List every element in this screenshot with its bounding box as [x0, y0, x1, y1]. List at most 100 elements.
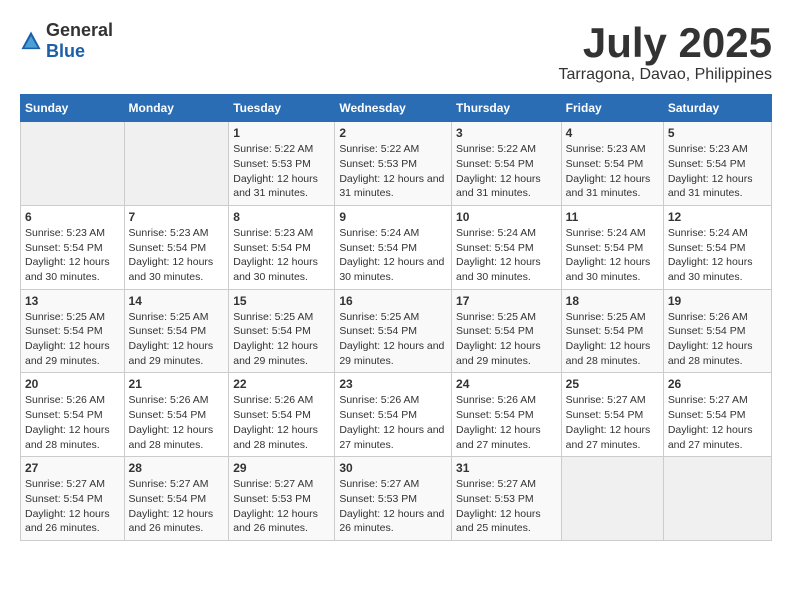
day-info: Sunrise: 5:27 AMSunset: 5:54 PMDaylight:…: [129, 477, 225, 536]
day-info: Sunrise: 5:27 AMSunset: 5:54 PMDaylight:…: [566, 393, 659, 452]
header: General Blue July 2025 Tarragona, Davao,…: [20, 20, 772, 84]
day-number: 16: [339, 294, 447, 308]
calendar-cell: [663, 457, 771, 541]
calendar-cell: 31Sunrise: 5:27 AMSunset: 5:53 PMDayligh…: [452, 457, 562, 541]
day-number: 18: [566, 294, 659, 308]
week-row-4: 20 Sunrise: 5:26 AMSunset: 5:54 PMDayligh…: [21, 373, 772, 457]
calendar-cell: 13Sunrise: 5:25 AMSunset: 5:54 PMDayligh…: [21, 289, 125, 373]
day-info: Sunrise: 5:26 AMSunset: 5:54 PMDaylight:…: [456, 393, 557, 452]
day-number: 27: [25, 461, 120, 475]
calendar-cell: 29 Sunrise: 5:27 AMSunset: 5:53 PMDayligh…: [229, 457, 335, 541]
week-row-3: 13Sunrise: 5:25 AMSunset: 5:54 PMDayligh…: [21, 289, 772, 373]
calendar-cell: 25 Sunrise: 5:27 AMSunset: 5:54 PMDayligh…: [561, 373, 663, 457]
subtitle: Tarragona, Davao, Philippines: [559, 66, 772, 84]
calendar-cell: 23Sunrise: 5:26 AMSunset: 5:54 PMDayligh…: [335, 373, 452, 457]
week-row-2: 6 Sunrise: 5:23 AMSunset: 5:54 PMDaylight…: [21, 205, 772, 289]
calendar-cell: 17 Sunrise: 5:25 AMSunset: 5:54 PMDayligh…: [452, 289, 562, 373]
day-number: 10: [456, 210, 557, 224]
calendar-cell: 4Sunrise: 5:23 AMSunset: 5:54 PMDaylight…: [561, 122, 663, 206]
day-number: 26: [668, 377, 767, 391]
day-info: Sunrise: 5:26 AMSunset: 5:54 PMDaylight:…: [25, 393, 120, 452]
calendar-cell: 14Sunrise: 5:25 AMSunset: 5:54 PMDayligh…: [124, 289, 229, 373]
calendar-cell: 2 Sunrise: 5:22 AMSunset: 5:53 PMDaylight…: [335, 122, 452, 206]
day-info: Sunrise: 5:26 AMSunset: 5:54 PMDaylight:…: [233, 393, 330, 452]
calendar-cell: 26 Sunrise: 5:27 AMSunset: 5:54 PMDayligh…: [663, 373, 771, 457]
day-info: Sunrise: 5:25 AMSunset: 5:54 PMDaylight:…: [339, 310, 447, 369]
logo-icon: [20, 30, 42, 52]
day-number: 22: [233, 377, 330, 391]
calendar-cell: 10 Sunrise: 5:24 AMSunset: 5:54 PMDayligh…: [452, 205, 562, 289]
day-info: Sunrise: 5:25 AMSunset: 5:54 PMDaylight:…: [233, 310, 330, 369]
calendar-cell: 30Sunrise: 5:27 AMSunset: 5:53 PMDayligh…: [335, 457, 452, 541]
day-info: Sunrise: 5:24 AMSunset: 5:54 PMDaylight:…: [456, 226, 557, 285]
day-number: 25: [566, 377, 659, 391]
day-number: 17: [456, 294, 557, 308]
day-info: Sunrise: 5:27 AMSunset: 5:54 PMDaylight:…: [668, 393, 767, 452]
calendar-cell: [561, 457, 663, 541]
day-info: Sunrise: 5:24 AMSunset: 5:54 PMDaylight:…: [339, 226, 447, 285]
day-info: Sunrise: 5:23 AMSunset: 5:54 PMDaylight:…: [25, 226, 120, 285]
calendar-cell: 28 Sunrise: 5:27 AMSunset: 5:54 PMDayligh…: [124, 457, 229, 541]
day-number: 24: [456, 377, 557, 391]
day-info: Sunrise: 5:23 AMSunset: 5:54 PMDaylight:…: [129, 226, 225, 285]
day-number: 7: [129, 210, 225, 224]
day-info: Sunrise: 5:27 AMSunset: 5:53 PMDaylight:…: [339, 477, 447, 536]
main-title: July 2025: [559, 20, 772, 66]
day-info: Sunrise: 5:26 AMSunset: 5:54 PMDaylight:…: [668, 310, 767, 369]
calendar-cell: 21 Sunrise: 5:26 AMSunset: 5:54 PMDayligh…: [124, 373, 229, 457]
calendar-cell: 18 Sunrise: 5:25 AMSunset: 5:54 PMDayligh…: [561, 289, 663, 373]
day-number: 28: [129, 461, 225, 475]
day-number: 21: [129, 377, 225, 391]
logo-general: General: [46, 20, 113, 40]
day-number: 20: [25, 377, 120, 391]
day-number: 6: [25, 210, 120, 224]
day-info: Sunrise: 5:23 AMSunset: 5:54 PMDaylight:…: [233, 226, 330, 285]
header-day-monday: Monday: [124, 95, 229, 122]
calendar-cell: [124, 122, 229, 206]
day-number: 29: [233, 461, 330, 475]
calendar-cell: 7 Sunrise: 5:23 AMSunset: 5:54 PMDaylight…: [124, 205, 229, 289]
day-number: 12: [668, 210, 767, 224]
calendar-header-row: SundayMondayTuesdayWednesdayThursdayFrid…: [21, 95, 772, 122]
week-row-1: 1Sunrise: 5:22 AMSunset: 5:53 PMDaylight…: [21, 122, 772, 206]
day-number: 8: [233, 210, 330, 224]
day-number: 23: [339, 377, 447, 391]
day-info: Sunrise: 5:25 AMSunset: 5:54 PMDaylight:…: [129, 310, 225, 369]
logo: General Blue: [20, 20, 113, 62]
header-day-saturday: Saturday: [663, 95, 771, 122]
calendar-cell: 15 Sunrise: 5:25 AMSunset: 5:54 PMDayligh…: [229, 289, 335, 373]
header-day-wednesday: Wednesday: [335, 95, 452, 122]
calendar-cell: 11Sunrise: 5:24 AMSunset: 5:54 PMDayligh…: [561, 205, 663, 289]
header-day-tuesday: Tuesday: [229, 95, 335, 122]
calendar-cell: 3Sunrise: 5:22 AMSunset: 5:54 PMDaylight…: [452, 122, 562, 206]
day-info: Sunrise: 5:25 AMSunset: 5:54 PMDaylight:…: [456, 310, 557, 369]
day-number: 11: [566, 210, 659, 224]
day-info: Sunrise: 5:25 AMSunset: 5:54 PMDaylight:…: [566, 310, 659, 369]
day-info: Sunrise: 5:22 AMSunset: 5:54 PMDaylight:…: [456, 142, 557, 201]
day-info: Sunrise: 5:25 AMSunset: 5:54 PMDaylight:…: [25, 310, 120, 369]
day-number: 15: [233, 294, 330, 308]
calendar-cell: [21, 122, 125, 206]
calendar-table: SundayMondayTuesdayWednesdayThursdayFrid…: [20, 94, 772, 541]
calendar-cell: 5 Sunrise: 5:23 AMSunset: 5:54 PMDaylight…: [663, 122, 771, 206]
day-info: Sunrise: 5:22 AMSunset: 5:53 PMDaylight:…: [339, 142, 447, 201]
day-info: Sunrise: 5:22 AMSunset: 5:53 PMDaylight:…: [233, 142, 330, 201]
day-number: 9: [339, 210, 447, 224]
calendar-cell: 19Sunrise: 5:26 AMSunset: 5:54 PMDayligh…: [663, 289, 771, 373]
calendar-cell: 12 Sunrise: 5:24 AMSunset: 5:54 PMDayligh…: [663, 205, 771, 289]
calendar-cell: 27Sunrise: 5:27 AMSunset: 5:54 PMDayligh…: [21, 457, 125, 541]
day-info: Sunrise: 5:24 AMSunset: 5:54 PMDaylight:…: [668, 226, 767, 285]
calendar-cell: 8 Sunrise: 5:23 AMSunset: 5:54 PMDaylight…: [229, 205, 335, 289]
day-info: Sunrise: 5:26 AMSunset: 5:54 PMDaylight:…: [129, 393, 225, 452]
header-day-sunday: Sunday: [21, 95, 125, 122]
header-day-friday: Friday: [561, 95, 663, 122]
day-info: Sunrise: 5:27 AMSunset: 5:53 PMDaylight:…: [456, 477, 557, 536]
logo-blue: Blue: [46, 41, 85, 61]
header-day-thursday: Thursday: [452, 95, 562, 122]
day-number: 5: [668, 126, 767, 140]
day-info: Sunrise: 5:23 AMSunset: 5:54 PMDaylight:…: [566, 142, 659, 201]
day-number: 2: [339, 126, 447, 140]
day-info: Sunrise: 5:27 AMSunset: 5:53 PMDaylight:…: [233, 477, 330, 536]
calendar-cell: 9 Sunrise: 5:24 AMSunset: 5:54 PMDaylight…: [335, 205, 452, 289]
day-info: Sunrise: 5:23 AMSunset: 5:54 PMDaylight:…: [668, 142, 767, 201]
